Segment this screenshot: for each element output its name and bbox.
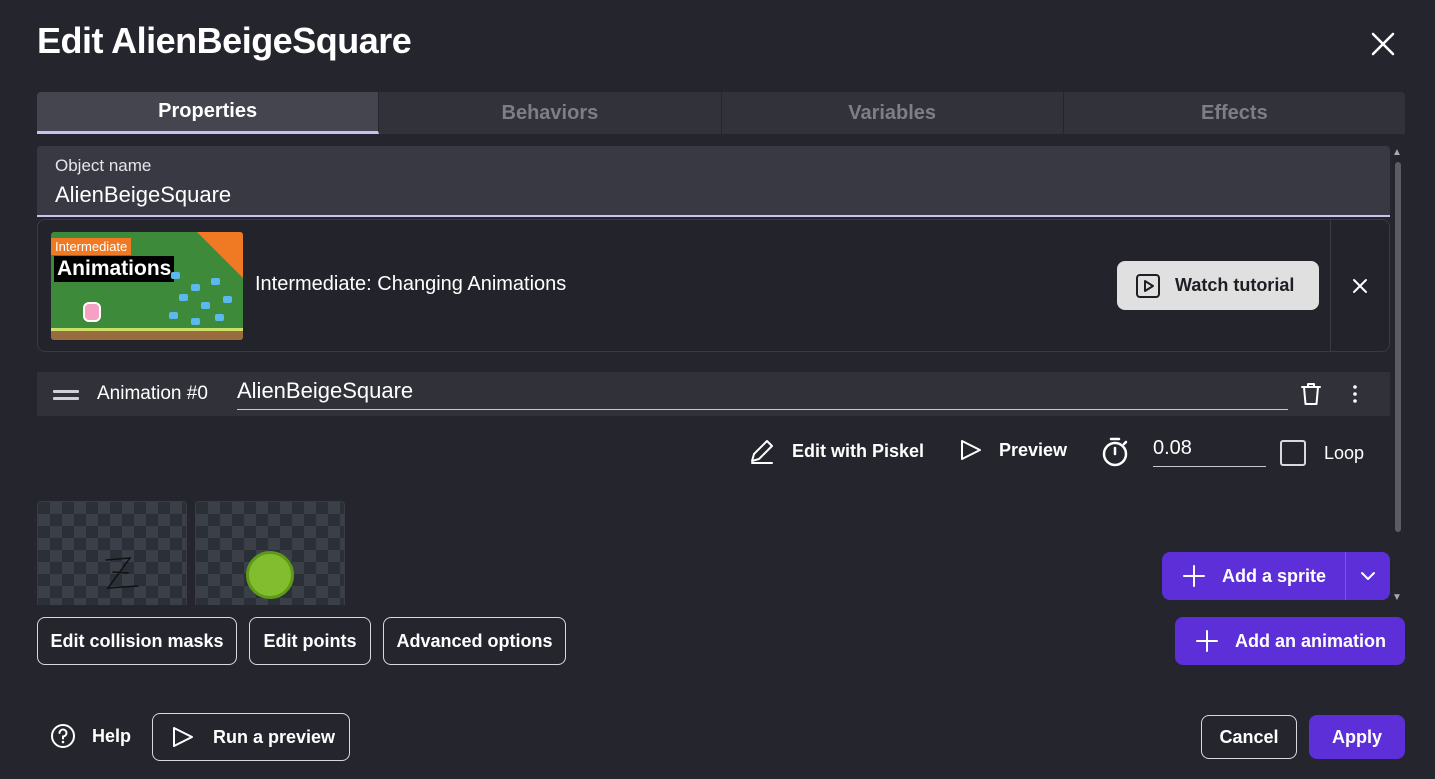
chevron-down-icon[interactable]	[1345, 552, 1390, 600]
add-animation-button[interactable]: Add an animation	[1175, 617, 1405, 665]
frame-duration-input[interactable]: 0.08	[1153, 437, 1266, 467]
run-preview-button[interactable]: Run a preview	[152, 713, 350, 761]
loop-checkbox[interactable]	[1280, 440, 1306, 466]
sprite-scribble-icon	[105, 557, 139, 589]
edit-points-button[interactable]: Edit points	[249, 617, 371, 665]
drag-handle-icon[interactable]	[53, 390, 79, 400]
animation-name-input[interactable]: AlienBeigeSquare	[237, 376, 1288, 410]
close-icon[interactable]	[1366, 27, 1400, 61]
edit-with-piskel-label: Edit with Piskel	[792, 440, 925, 461]
tutorial-title: Intermediate: Changing Animations	[255, 273, 567, 295]
cancel-button[interactable]: Cancel	[1201, 715, 1297, 759]
edit-collision-masks-button[interactable]: Edit collision masks	[37, 617, 237, 665]
tab-effects[interactable]: Effects	[1064, 92, 1405, 134]
animation-label: Animation #0	[97, 383, 208, 404]
add-sprite-main[interactable]: Add a sprite	[1162, 552, 1345, 600]
scrollbar-thumb[interactable]	[1395, 162, 1401, 532]
tab-behaviors[interactable]: Behaviors	[379, 92, 722, 134]
preview-label: Preview	[999, 439, 1068, 460]
object-name-label: Object name	[55, 156, 152, 175]
tutorial-card: Intermediate Animations Intermediate: Ch…	[37, 219, 1390, 352]
run-preview-label: Run a preview	[213, 726, 336, 747]
green-ball-icon	[246, 551, 294, 599]
animation-header: Animation #0 AlienBeigeSquare	[37, 372, 1390, 416]
plus-icon	[1183, 565, 1205, 587]
object-name-field[interactable]: Object name AlienBeigeSquare	[37, 146, 1390, 217]
dialog-title: Edit AlienBeigeSquare	[37, 20, 412, 61]
timer-icon	[1100, 436, 1130, 473]
preview-button[interactable]: Preview	[959, 437, 1067, 463]
help-label: Help	[92, 725, 132, 746]
sprite-thumbnail[interactable]	[195, 501, 345, 605]
object-name-input[interactable]: AlienBeigeSquare	[55, 182, 231, 208]
more-vert-icon[interactable]	[1347, 383, 1363, 410]
trash-icon[interactable]	[1299, 381, 1323, 412]
advanced-options-button[interactable]: Advanced options	[383, 617, 566, 665]
edit-with-piskel-button[interactable]: Edit with Piskel	[748, 437, 924, 465]
watch-tutorial-label: Watch tutorial	[1175, 275, 1295, 295]
gdevelop-logo-icon	[197, 232, 243, 278]
sprite-thumbnail[interactable]	[37, 501, 187, 605]
add-sprite-label: Add a sprite	[1222, 565, 1327, 586]
ground-decoration	[51, 328, 243, 340]
apply-button[interactable]: Apply	[1309, 715, 1405, 759]
thumbnail-badge: Intermediate	[51, 238, 132, 255]
plus-icon	[1196, 630, 1218, 652]
thumbnail-title: Animations	[54, 256, 175, 282]
character-sprite-icon	[83, 302, 101, 322]
tab-variables[interactable]: Variables	[722, 92, 1064, 134]
pencil-icon	[751, 440, 773, 464]
play-icon	[173, 727, 193, 747]
scroll-up-icon[interactable]: ▲	[1392, 147, 1402, 158]
tab-properties[interactable]: Properties	[37, 92, 380, 134]
loop-label: Loop	[1324, 443, 1365, 463]
play-icon	[961, 440, 981, 460]
tutorial-thumbnail[interactable]: Intermediate Animations	[51, 232, 243, 340]
close-icon[interactable]	[1348, 274, 1372, 298]
add-animation-label: Add an animation	[1235, 630, 1387, 651]
help-icon	[51, 724, 75, 748]
watch-tutorial-button[interactable]: Watch tutorial	[1117, 261, 1319, 310]
add-sprite-button[interactable]: Add a sprite	[1162, 552, 1390, 600]
play-box-icon	[1135, 273, 1161, 299]
tutorial-divider	[1330, 220, 1331, 351]
tab-bar: Properties Behaviors Variables Effects	[37, 92, 1405, 134]
help-button[interactable]: Help	[50, 723, 131, 749]
scroll-down-icon[interactable]: ▼	[1392, 592, 1402, 603]
